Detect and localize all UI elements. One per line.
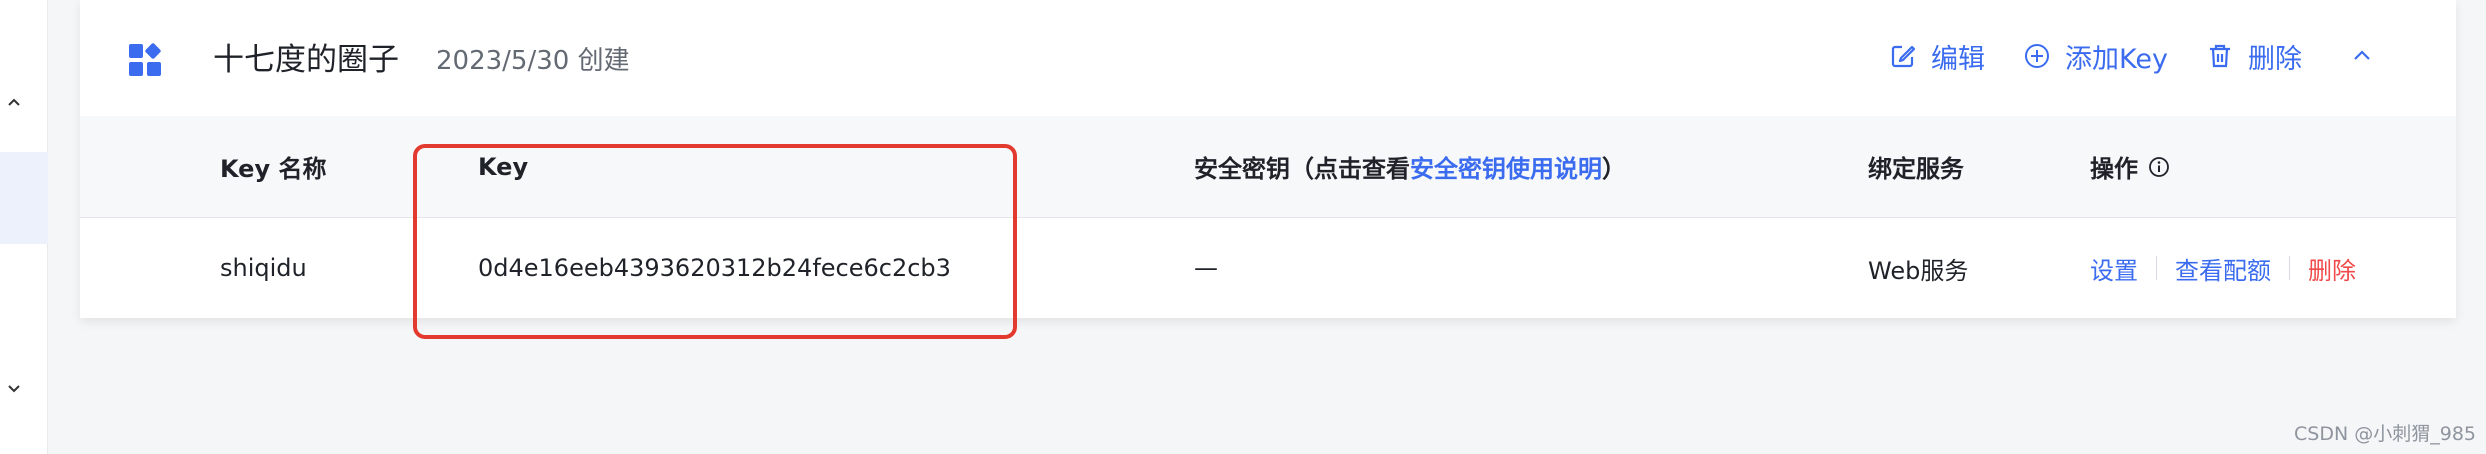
operation-label: 操作	[2090, 155, 2138, 183]
delete-key-link[interactable]: 删除	[2308, 251, 2356, 286]
edit-button[interactable]: 编辑	[1889, 37, 1985, 76]
delete-app-label: 删除	[2248, 43, 2302, 75]
view-quota-link[interactable]: 查看配额	[2175, 251, 2271, 286]
col-security-key: 安全密钥（点击查看 安全密钥使用说明）	[1194, 116, 1626, 217]
edit-icon	[1891, 45, 1916, 68]
row-operations: 设置 查看配额 删除	[2090, 218, 2356, 318]
app-card: 十七度的圈子 2023/5/30 创建 编辑 添加Key 删除 Key 名称 K…	[80, 0, 2456, 318]
row-bind-service: Web服务	[1868, 256, 1969, 285]
col-key: Key	[478, 152, 529, 181]
table-row: shiqidu 0d4e16eeb4393620312b24fece6c2cb3…	[80, 218, 2456, 318]
add-key-label: 添加Key	[2065, 43, 2168, 75]
watermark: CSDN @小刺猬_985	[2294, 423, 2476, 445]
divider	[2289, 256, 2290, 280]
row-key-value: 0d4e16eeb4393620312b24fece6c2cb3	[478, 254, 951, 282]
left-sidebar	[0, 0, 48, 454]
header-actions: 编辑 添加Key 删除	[1889, 36, 2374, 76]
security-key-label: 安全密钥（点击查看	[1194, 155, 1410, 183]
col-operation: 操作	[2090, 116, 2170, 217]
add-key-button[interactable]: 添加Key	[2023, 37, 2168, 76]
chevron-down-icon[interactable]	[6, 380, 22, 396]
divider	[2156, 256, 2157, 280]
row-key-name: shiqidu	[220, 254, 307, 282]
security-key-label-suffix: ）	[1602, 155, 1626, 183]
col-key-name: Key 名称	[220, 155, 327, 183]
row-security-key: —	[1194, 254, 1218, 282]
security-key-doc-link[interactable]: 安全密钥使用说明	[1410, 149, 1602, 184]
app-grid-icon	[127, 42, 163, 78]
plus-circle-icon	[2025, 44, 2050, 68]
col-bind-service: 绑定服务	[1868, 155, 1964, 183]
app-title: 十七度的圈子	[213, 42, 399, 78]
settings-link[interactable]: 设置	[2090, 251, 2138, 286]
collapse-chevron-icon[interactable]	[2350, 44, 2374, 68]
chevron-up-icon[interactable]	[6, 95, 22, 111]
edit-label: 编辑	[1931, 43, 1986, 75]
sidebar-active-item[interactable]	[0, 152, 48, 244]
table-header: Key 名称 Key 安全密钥（点击查看 安全密钥使用说明） 绑定服务 操作	[80, 116, 2456, 218]
card-header: 十七度的圈子 2023/5/30 创建 编辑 添加Key 删除	[80, 0, 2456, 116]
info-icon[interactable]	[2148, 156, 2170, 178]
delete-app-button[interactable]: 删除	[2206, 37, 2302, 76]
app-created-date: 2023/5/30 创建	[436, 46, 630, 76]
trash-icon	[2210, 44, 2230, 68]
